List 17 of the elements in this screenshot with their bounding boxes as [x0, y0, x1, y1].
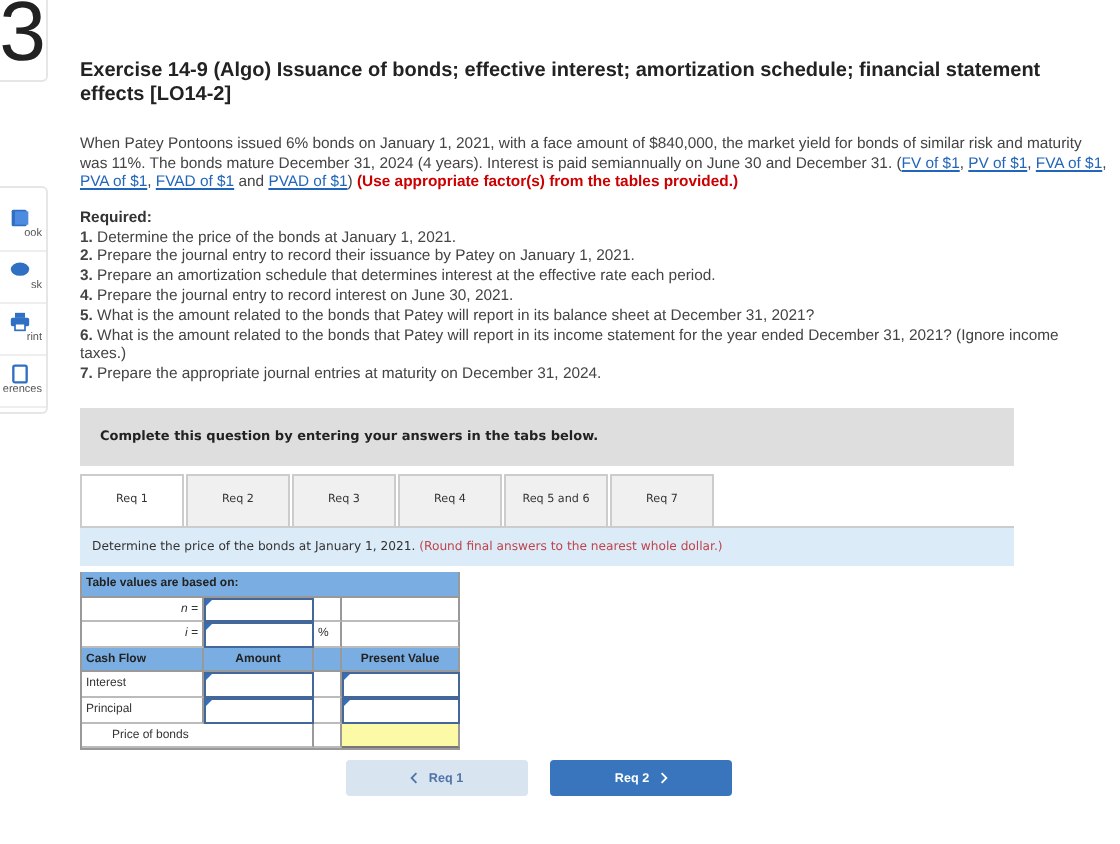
input-field[interactable] [342, 697, 460, 724]
input-field[interactable] [204, 672, 314, 698]
book-icon [10, 208, 30, 228]
exercise-title: Exercise 14-9 (Algo) Issuance of bonds; effective interest; amortization schedule; financial statement effects [LO14-2] [80, 60, 1043, 108]
chat-bubble-icon [10, 260, 30, 280]
question-number: 3 [0, 0, 46, 72]
input-field[interactable] [342, 672, 460, 698]
input-field[interactable] [204, 597, 314, 623]
chevron-left-icon [410, 772, 419, 785]
table-cell [314, 597, 342, 623]
column-header [314, 647, 342, 673]
document-icon [10, 364, 30, 384]
table-cell [342, 597, 460, 623]
chevron-right-icon [659, 772, 668, 785]
input-field[interactable] [204, 622, 314, 648]
input-field[interactable] [204, 697, 314, 724]
printer-icon [10, 312, 30, 332]
